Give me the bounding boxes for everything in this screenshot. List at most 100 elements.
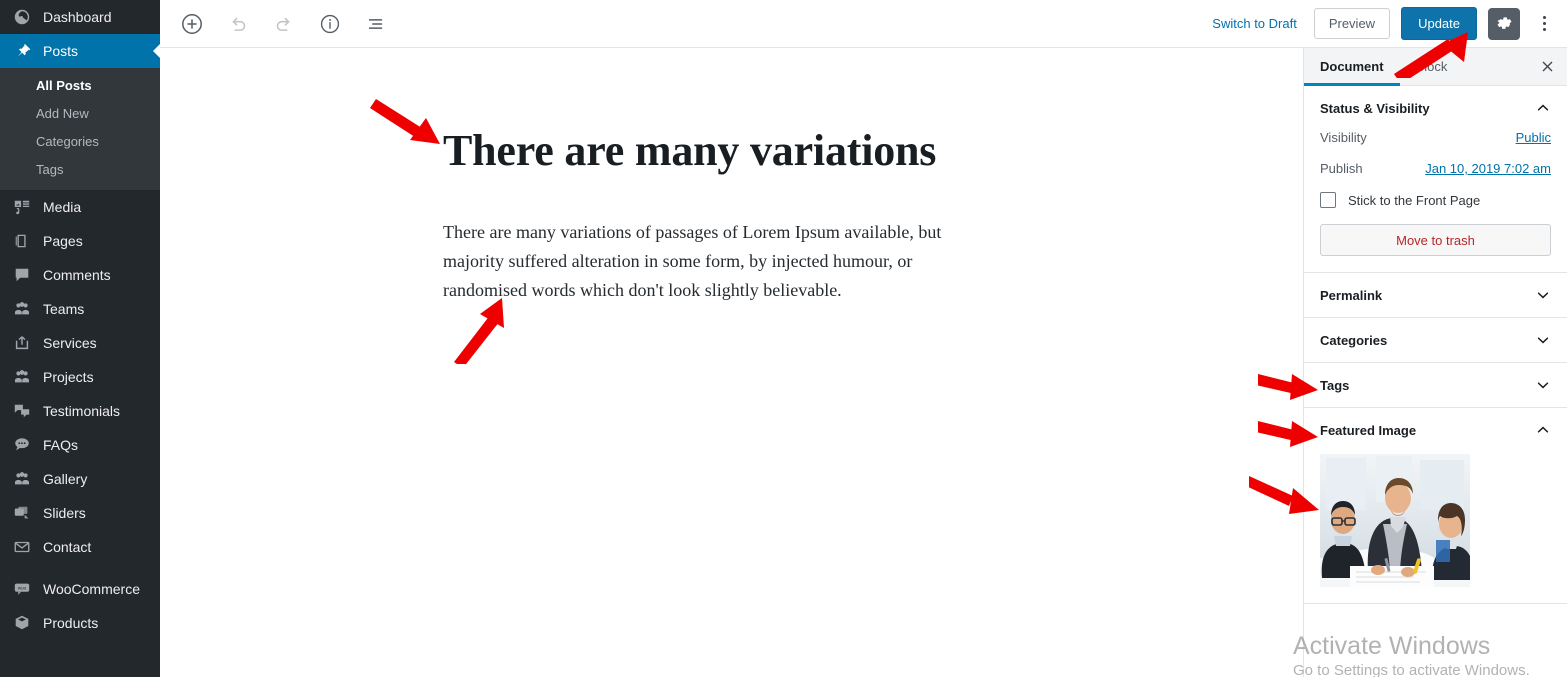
sidebar-item-label: Testimonials — [43, 403, 121, 419]
comment-icon — [10, 265, 34, 285]
woocommerce-icon: woo — [10, 579, 34, 599]
post-paragraph[interactable]: There are many variations of passages of… — [443, 218, 983, 305]
sidebar-item-projects[interactable]: Projects — [0, 360, 160, 394]
sidebar-item-label: Dashboard — [43, 9, 112, 25]
publish-date-link[interactable]: Jan 10, 2019 7:02 am — [1425, 161, 1551, 176]
sticky-checkbox-row[interactable]: Stick to the Front Page — [1320, 192, 1551, 208]
submenu-item-categories[interactable]: Categories — [0, 128, 160, 156]
sidebar-item-label: Contact — [43, 539, 92, 555]
chevron-down-icon — [1535, 377, 1551, 393]
visibility-label: Visibility — [1320, 130, 1367, 145]
panel-status-visibility: Status & Visibility Visibility Public Pu… — [1304, 86, 1567, 273]
chevron-down-icon — [1535, 332, 1551, 348]
sidebar-item-label: Services — [43, 335, 97, 351]
sticky-checkbox-label: Stick to the Front Page — [1348, 192, 1481, 208]
update-button[interactable]: Update — [1401, 7, 1477, 40]
chat-icon — [10, 435, 34, 455]
preview-button[interactable]: Preview — [1313, 8, 1391, 39]
panel-header-permalink[interactable]: Permalink — [1304, 273, 1567, 317]
sidebar-item-testimonials[interactable]: Testimonials — [0, 394, 160, 428]
gear-icon[interactable] — [1488, 7, 1520, 40]
settings-sidebar: Document Block Status & Visibility Visib… — [1303, 48, 1567, 677]
sidebar-item-label: Posts — [43, 43, 79, 59]
admin-sidebar: Dashboard Posts All Posts Add New Catego… — [0, 0, 160, 677]
panel-permalink: Permalink — [1304, 273, 1567, 318]
publish-label: Publish — [1320, 161, 1363, 176]
sidebar-item-posts[interactable]: Posts — [0, 34, 160, 68]
panel-title: Permalink — [1320, 287, 1383, 303]
header-actions: Switch to Draft Preview Update — [1206, 7, 1567, 40]
sidebar-item-services[interactable]: Services — [0, 326, 160, 360]
sidebar-item-label: Gallery — [43, 471, 88, 487]
editor-canvas[interactable]: There are many variations There are many… — [160, 48, 1303, 677]
panel-header-status-visibility[interactable]: Status & Visibility — [1304, 86, 1567, 130]
panel-header-categories[interactable]: Categories — [1304, 318, 1567, 362]
sidebar-item-label: Products — [43, 615, 99, 631]
vertical-ellipsis-icon[interactable] — [1531, 8, 1557, 40]
panel-featured-image: Featured Image — [1304, 408, 1567, 604]
sidebar-item-label: FAQs — [43, 437, 79, 453]
editor-header: Switch to Draft Preview Update — [160, 0, 1567, 48]
menu-separator — [0, 564, 160, 572]
kebab-dot — [1542, 28, 1546, 31]
testimonial-icon — [10, 401, 34, 421]
kebab-dot — [1542, 16, 1546, 19]
sidebar-item-contact[interactable]: Contact — [0, 530, 160, 564]
panel-body-status-visibility: Visibility Public Publish Jan 10, 2019 7… — [1304, 130, 1567, 272]
redo-icon[interactable] — [266, 6, 302, 42]
sidebar-item-label: Comments — [43, 267, 111, 283]
chevron-up-icon — [1535, 422, 1551, 438]
media-icon — [10, 197, 34, 217]
panel-body-featured-image — [1304, 454, 1567, 603]
visibility-value-link[interactable]: Public — [1516, 130, 1551, 145]
submenu-item-add-new[interactable]: Add New — [0, 100, 160, 128]
sidebar-item-label: Sliders — [43, 505, 86, 521]
add-block-icon[interactable] — [174, 6, 210, 42]
header-toolbar — [160, 6, 394, 42]
sidebar-item-products[interactable]: Products — [0, 606, 160, 640]
sidebar-item-label: Teams — [43, 301, 85, 317]
content-info-icon[interactable] — [312, 6, 348, 42]
sidebar-item-dashboard[interactable]: Dashboard — [0, 0, 160, 34]
sidebar-item-label: WooCommerce — [43, 581, 140, 597]
move-to-trash-button[interactable]: Move to trash — [1320, 224, 1551, 256]
wordpress-block-editor: Dashboard Posts All Posts Add New Catego… — [0, 0, 1567, 677]
sidebar-item-label: Projects — [43, 369, 94, 385]
panel-title: Featured Image — [1320, 422, 1417, 438]
sidebar-item-pages[interactable]: Pages — [0, 224, 160, 258]
envelope-icon — [10, 537, 34, 557]
panel-header-featured-image[interactable]: Featured Image — [1304, 408, 1567, 452]
undo-icon[interactable] — [220, 6, 256, 42]
submenu-item-all-posts[interactable]: All Posts — [0, 72, 160, 100]
post-title[interactable]: There are many variations — [443, 126, 1143, 175]
switch-to-draft-button[interactable]: Switch to Draft — [1206, 12, 1303, 35]
external-icon — [10, 333, 34, 353]
pages-icon — [10, 231, 34, 251]
close-icon[interactable] — [1527, 48, 1567, 85]
chevron-up-icon — [1535, 100, 1551, 116]
sidebar-item-woocommerce[interactable]: woo WooCommerce — [0, 572, 160, 606]
publish-row: Publish Jan 10, 2019 7:02 am — [1320, 161, 1551, 176]
block-navigation-icon[interactable] — [358, 6, 394, 42]
kebab-dot — [1542, 22, 1546, 25]
panel-header-tags[interactable]: Tags — [1304, 363, 1567, 407]
sidebar-item-sliders[interactable]: Sliders — [0, 496, 160, 530]
submenu-item-tags[interactable]: Tags — [0, 156, 160, 184]
tab-document[interactable]: Document — [1304, 48, 1400, 86]
users-icon — [10, 367, 34, 387]
sidebar-item-faqs[interactable]: FAQs — [0, 428, 160, 462]
pin-icon — [10, 41, 34, 61]
visibility-row: Visibility Public — [1320, 130, 1551, 145]
sidebar-item-comments[interactable]: Comments — [0, 258, 160, 292]
checkbox-icon[interactable] — [1320, 192, 1336, 208]
featured-image-thumbnail[interactable] — [1320, 454, 1470, 587]
sidebar-item-gallery[interactable]: Gallery — [0, 462, 160, 496]
tab-block[interactable]: Block — [1400, 48, 1464, 85]
panel-categories: Categories — [1304, 318, 1567, 363]
posts-submenu: All Posts Add New Categories Tags — [0, 68, 160, 190]
sidebar-item-teams[interactable]: Teams — [0, 292, 160, 326]
panel-title: Status & Visibility — [1320, 100, 1430, 116]
panel-title: Tags — [1320, 377, 1350, 393]
sidebar-item-media[interactable]: Media — [0, 190, 160, 224]
sidebar-item-label: Pages — [43, 233, 83, 249]
